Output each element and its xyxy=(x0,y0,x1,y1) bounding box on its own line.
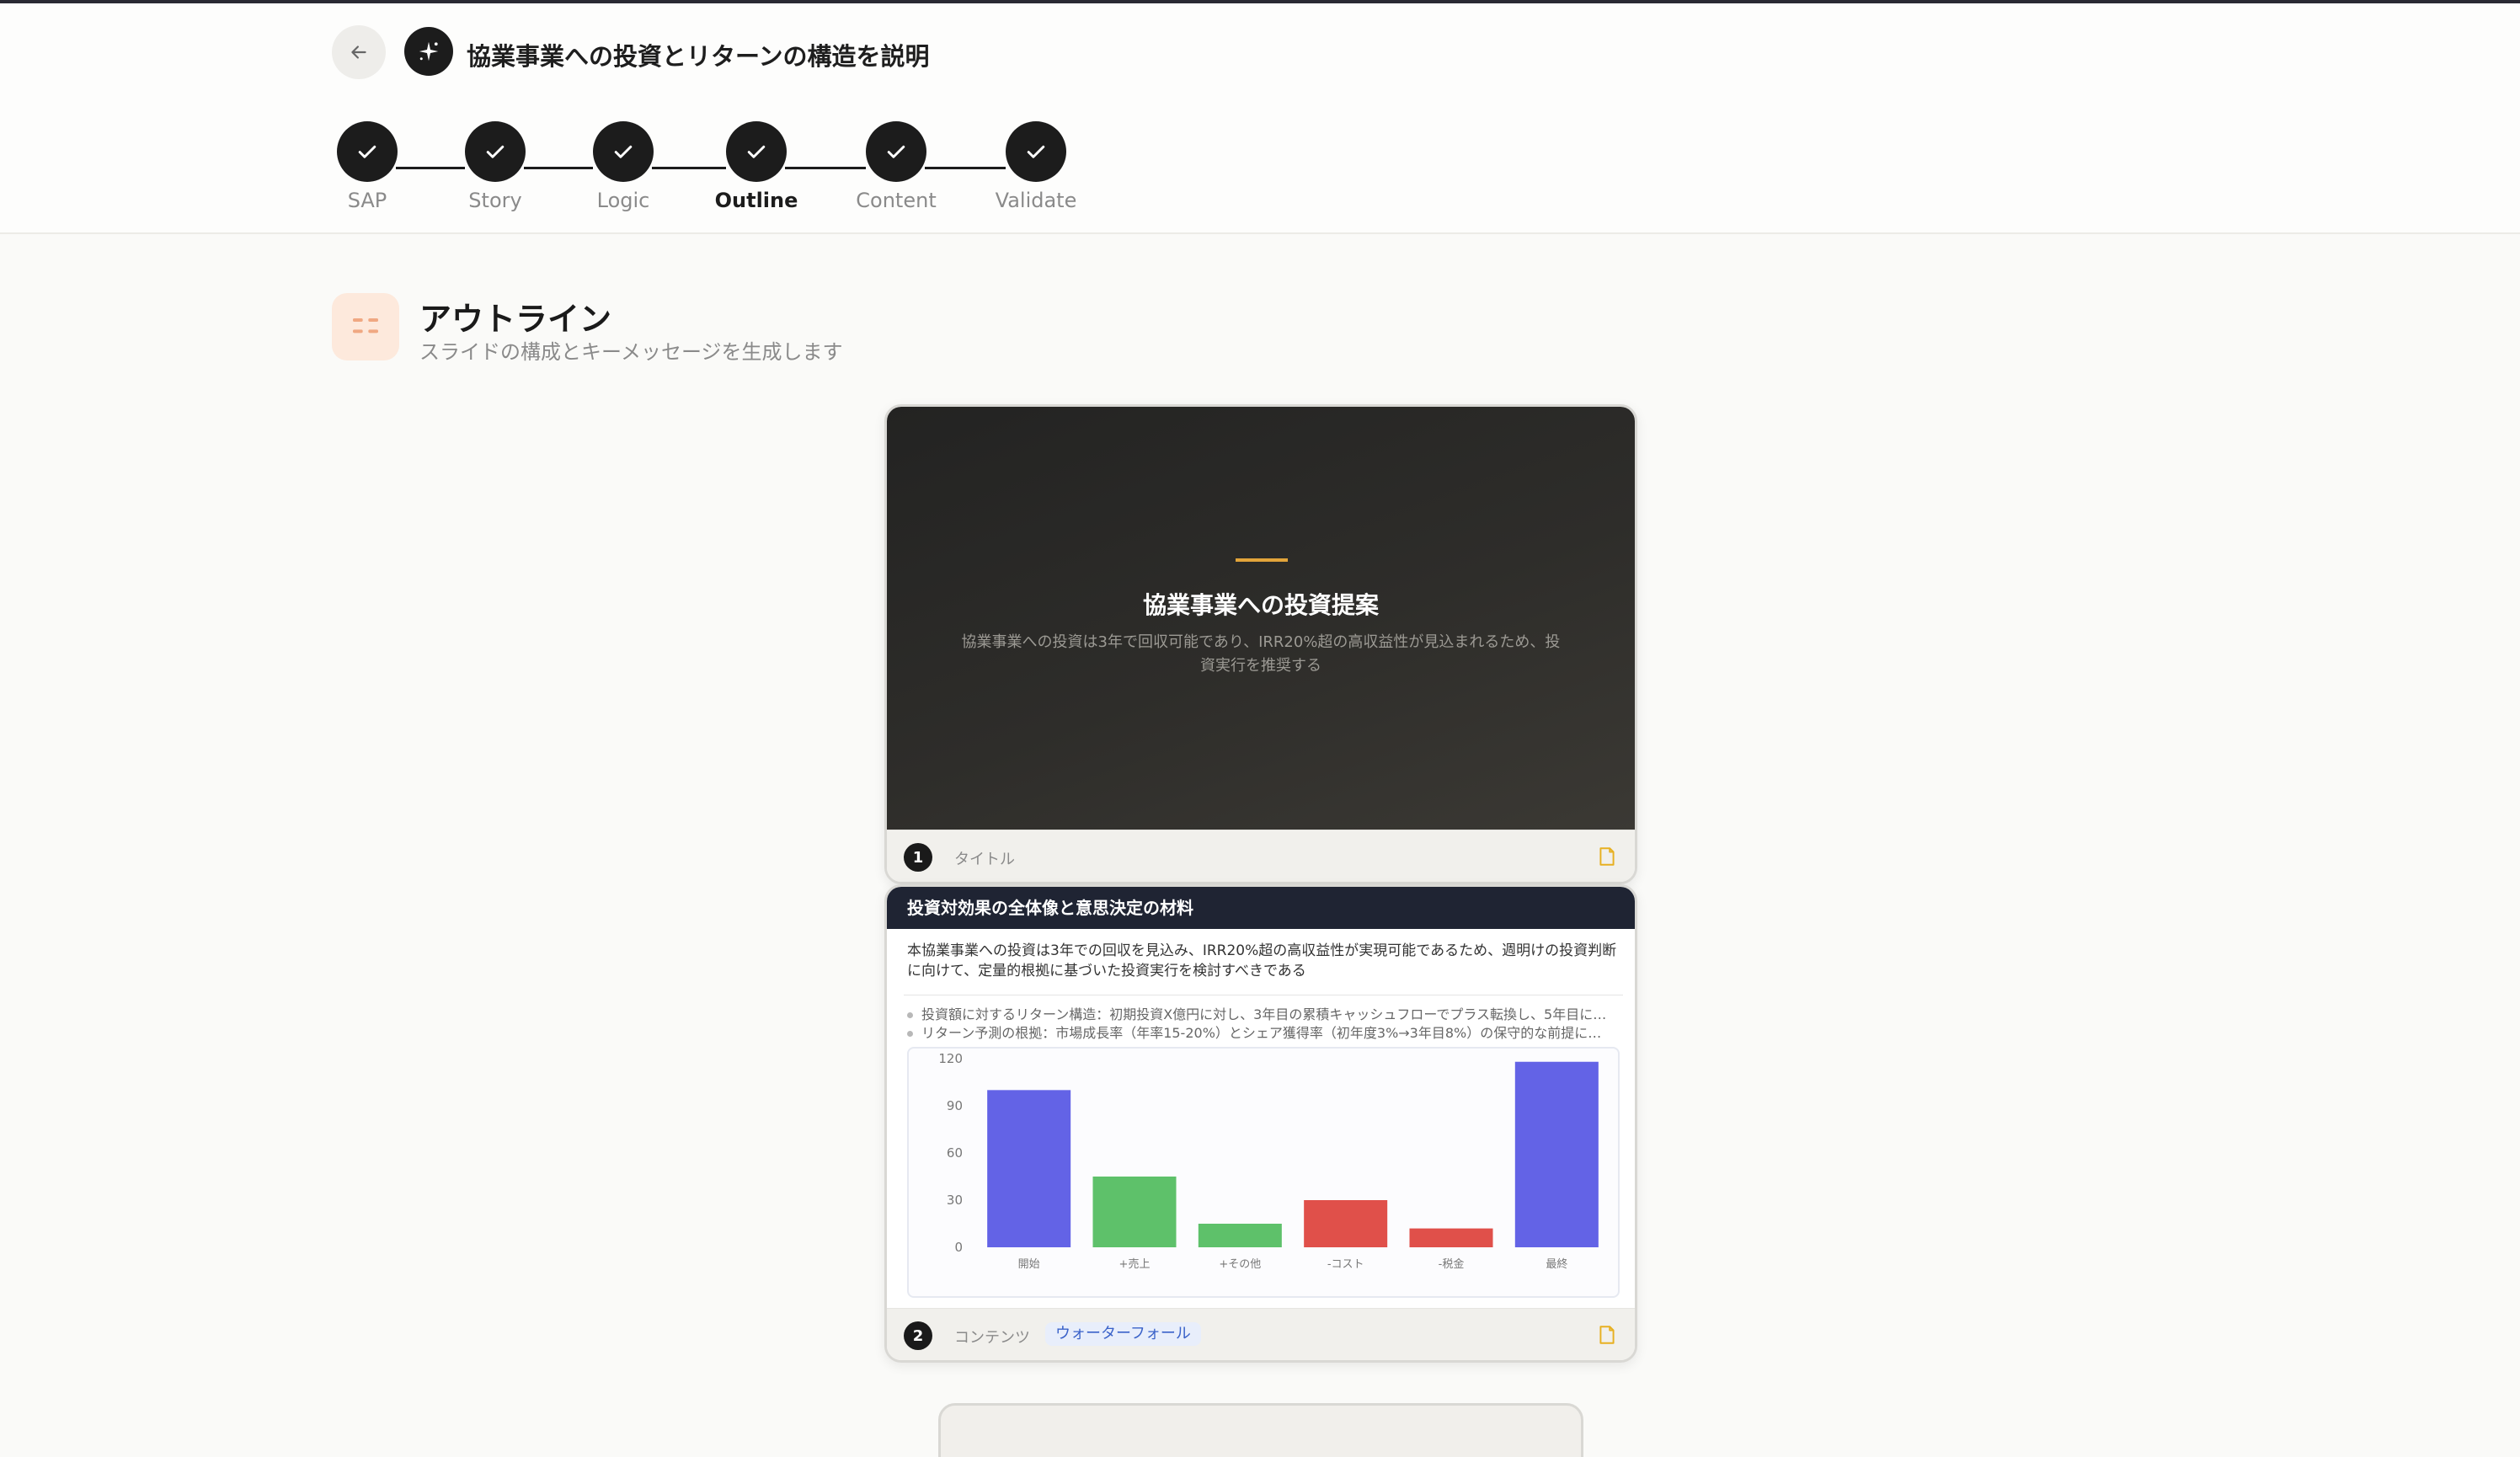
slide-preview: 協業事業への投資提案 協業事業への投資は3年で回収可能であり、IRR20%超の高… xyxy=(887,407,1635,831)
chart-bar-decrease xyxy=(1304,1200,1388,1247)
section-subtitle: スライドの構成とキーメッセージを生成します xyxy=(419,340,843,364)
step-connector xyxy=(524,167,593,169)
slide-footer: 2 コンテンツ ウォーターフォール xyxy=(887,1308,1635,1360)
step-label: Story xyxy=(468,189,522,212)
header: 協業事業への投資とリターンの構造を説明 SAP Story Logic Outl… xyxy=(0,3,2520,234)
section-title: アウトライン xyxy=(419,301,612,338)
x-category-label: +売上 xyxy=(1119,1257,1151,1271)
y-tick-label: 0 xyxy=(954,1240,963,1255)
chart-type-tag: ウォーターフォール xyxy=(1045,1322,1201,1346)
x-category-label: +その他 xyxy=(1219,1258,1261,1271)
chart-bar-total xyxy=(1514,1061,1599,1247)
x-category-label: -コスト xyxy=(1327,1258,1364,1271)
sparkle-icon xyxy=(404,27,453,76)
check-icon xyxy=(614,145,633,158)
check-icon xyxy=(1027,145,1045,158)
chart-bar-total xyxy=(987,1090,1071,1247)
outline-icon xyxy=(332,293,399,360)
step-story[interactable] xyxy=(465,121,526,182)
progress-stepper: SAP Story Logic Outline Content Validate xyxy=(0,118,1179,219)
slide-subtitle: 協業事業への投資は3年で回収可能であり、IRR20%超の高収益性が見込まれるため… xyxy=(961,633,1561,675)
arrow-left-icon xyxy=(351,45,366,59)
slide-title: 投資対効果の全体像と意思決定の材料 xyxy=(887,887,1635,929)
x-category-label: -税金 xyxy=(1439,1257,1465,1271)
step-connector xyxy=(925,167,1006,169)
step-content[interactable] xyxy=(866,121,926,182)
chart-bar-increase xyxy=(1092,1177,1177,1247)
check-icon xyxy=(887,145,905,158)
y-tick-label: 60 xyxy=(947,1145,963,1161)
x-category-label: 開始 xyxy=(1018,1258,1040,1271)
notes-icon[interactable] xyxy=(1596,845,1618,868)
slide-number-badge: 1 xyxy=(904,843,932,872)
slide-card[interactable]: 協業事業への投資提案 協業事業への投資は3年で回収可能であり、IRR20%超の高… xyxy=(884,404,1637,884)
step-connector xyxy=(396,167,465,169)
step-label: Content xyxy=(856,189,937,212)
x-category-label: 最終 xyxy=(1546,1257,1567,1271)
slide-card[interactable]: 投資対効果の全体像と意思決定の材料 本協業事業への投資は3年での回収を見込み、I… xyxy=(884,884,1637,1363)
slide-title: 協業事業への投資提案 xyxy=(1142,591,1379,619)
step-label: Logic xyxy=(596,189,650,212)
y-tick-label: 120 xyxy=(938,1051,963,1066)
title-accent-line xyxy=(1236,558,1288,562)
y-tick-label: 30 xyxy=(947,1193,963,1208)
waterfall-chart: 0 30 60 90 120 開始 +売上 +その他 -コスト -税金 最終 xyxy=(907,1047,1620,1298)
step-outline[interactable] xyxy=(726,121,787,182)
page-title: 協業事業への投資とリターンの構造を説明 xyxy=(467,42,930,71)
step-connector xyxy=(652,167,726,169)
notes-icon[interactable] xyxy=(1596,1323,1618,1347)
step-label: SAP xyxy=(347,189,387,212)
slide-card[interactable] xyxy=(938,1403,1583,1457)
bullet-item: 投資額に対するリターン構造：初期投資X億円に対し、3年目の累積キャッシュフローで… xyxy=(907,1003,1615,1023)
slide-footer: 1 タイトル xyxy=(887,830,1635,882)
check-icon xyxy=(747,145,766,158)
check-icon xyxy=(486,145,505,158)
step-logic[interactable] xyxy=(593,121,654,182)
check-icon xyxy=(358,145,376,158)
step-validate[interactable] xyxy=(1006,121,1066,182)
chart-canvas: 0 30 60 90 120 開始 +売上 +その他 -コスト -税金 最終 xyxy=(938,1051,1599,1271)
bullet-item: リターン予測の根拠：市場成長率（年率15-20%）とシェア獲得率（初年度3%→3… xyxy=(907,1022,1615,1042)
back-button[interactable] xyxy=(332,25,386,79)
slide-type-label: コンテンツ xyxy=(954,1329,1030,1347)
app-page: 協業事業への投資とリターンの構造を説明 SAP Story Logic Outl… xyxy=(0,0,2520,1457)
step-connector xyxy=(785,167,866,169)
step-label: Validate xyxy=(995,189,1077,212)
key-message: 本協業事業への投資は3年での回収を見込み、IRR20%超の高収益性が実現可能であ… xyxy=(907,942,1617,979)
chart-bar-increase xyxy=(1198,1224,1282,1247)
step-label-active: Outline xyxy=(714,189,798,212)
slide-number-badge: 2 xyxy=(904,1321,932,1350)
step-sap[interactable] xyxy=(337,121,398,182)
slide-type-label: タイトル xyxy=(954,851,1015,868)
y-tick-label: 90 xyxy=(947,1098,963,1113)
chart-bar-decrease xyxy=(1409,1228,1493,1247)
